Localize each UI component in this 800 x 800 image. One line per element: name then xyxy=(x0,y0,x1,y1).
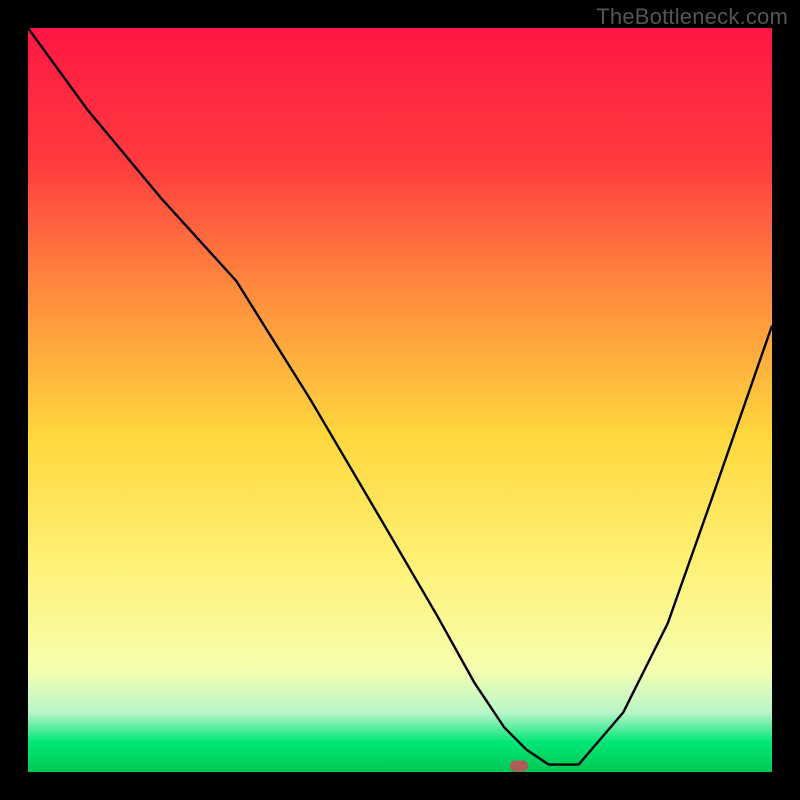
chart-background xyxy=(28,28,772,772)
watermark-text: TheBottleneck.com xyxy=(596,4,788,30)
chart-svg xyxy=(28,28,772,772)
optimal-marker xyxy=(510,761,528,772)
chart-frame xyxy=(28,28,772,772)
